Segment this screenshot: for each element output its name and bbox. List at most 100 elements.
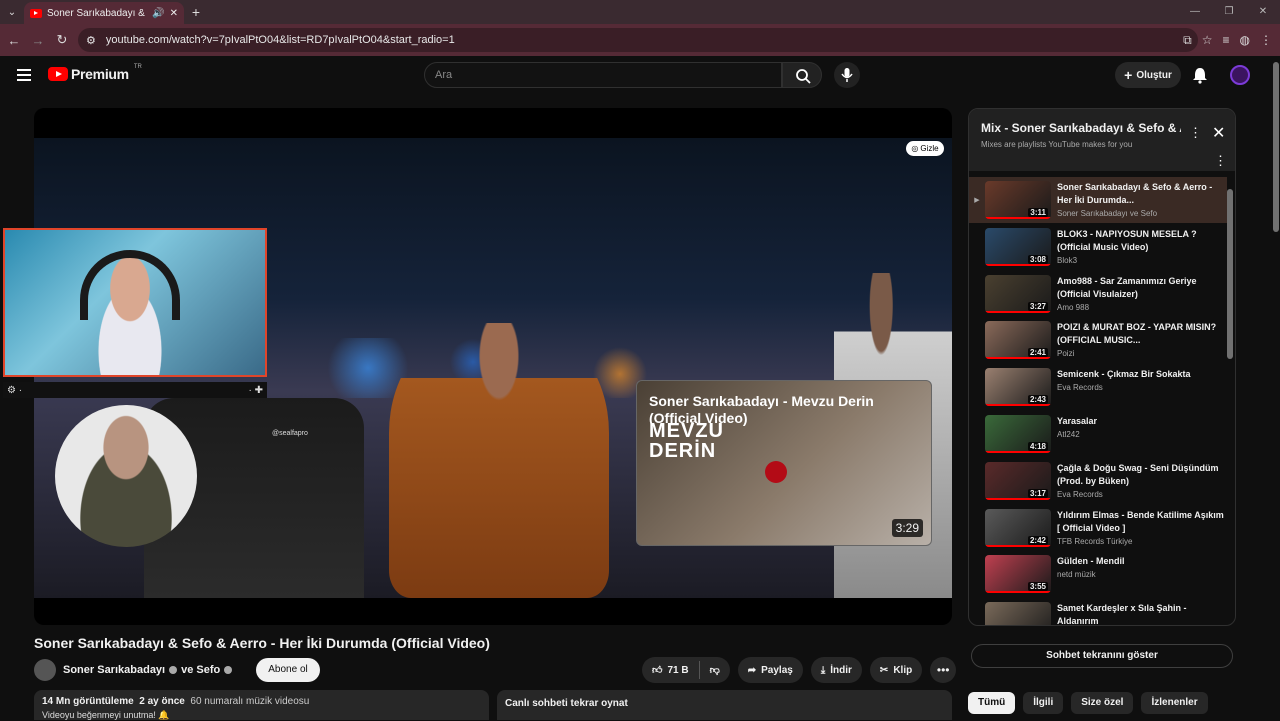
subscribe-button[interactable]: Abone ol xyxy=(256,658,320,682)
playlist-thumbnail[interactable]: 2:42 xyxy=(985,508,1051,547)
create-button[interactable]: + Oluştur xyxy=(1115,62,1181,88)
more-actions-icon[interactable]: ••• xyxy=(930,657,957,683)
filter-chip[interactable]: Size özel xyxy=(1071,692,1134,714)
minimize-icon[interactable]: — xyxy=(1178,0,1212,24)
endcard-art-text: MEVZU DERİN xyxy=(649,421,724,461)
playlist-item[interactable]: 2:43 Semicenk - Çıkmaz Bir Sokakta Eva Rec… xyxy=(969,364,1227,410)
playlist-scroll-thumb[interactable] xyxy=(1227,189,1233,359)
clip-button[interactable]: ✂ Klip xyxy=(869,657,923,683)
like-dislike-group: 👍︎ 71 B 👎︎ xyxy=(642,657,730,683)
filter-chip[interactable]: Tümü xyxy=(968,692,1016,714)
playlist-item[interactable]: 3:27 Amo988 - Sar Zamanımızı Geriye (Offi… xyxy=(969,271,1227,317)
playlist-thumbnail[interactable]: 2:41 xyxy=(985,321,1051,360)
browser-menu-icon[interactable]: ⋮ xyxy=(1260,33,1272,47)
playlist-item-title: POIZI & MURAT BOZ - YAPAR MISIN? (OFFICI… xyxy=(1057,322,1217,346)
download-label: İndir xyxy=(830,664,852,676)
playlist-item[interactable]: ▶ 3:11 Soner Sarıkabadayı & Sefo & Aerro -… xyxy=(969,177,1227,223)
playlist-thumbnail[interactable]: 3:55 xyxy=(985,555,1051,594)
window-controls: — ❐ ✕ xyxy=(1178,0,1280,24)
playlist-scrollbar[interactable] xyxy=(1227,181,1233,621)
search-input[interactable]: Ara xyxy=(424,62,782,88)
bookmark-star-icon[interactable]: ☆ xyxy=(1202,33,1213,47)
guide-menu-icon[interactable] xyxy=(17,69,31,81)
playlist-item-text: BLOK3 - NAPIYOSUN MESELA ? (Official Mus… xyxy=(1057,228,1225,270)
share-icon: ➦ xyxy=(747,664,757,676)
address-bar[interactable]: ⚙ youtube.com/watch?v=7pIvalPtO04&list=R… xyxy=(78,28,1198,52)
page-scrollbar[interactable] xyxy=(1272,56,1280,720)
filter-chip[interactable]: İlgili xyxy=(1023,692,1064,714)
like-button[interactable]: 👍︎ 71 B xyxy=(642,657,699,683)
overlay-settings-icon[interactable]: ⚙ · xyxy=(7,385,22,396)
back-icon[interactable]: ← xyxy=(2,33,26,48)
playlist-item[interactable]: 3:17 Çağla & Doğu Swag - Seni Düşündüm (P… xyxy=(969,458,1227,504)
browser-tab[interactable]: Soner Sarıkabadayı & Sefo 🔊 ✕ xyxy=(24,2,184,24)
media-control-icon[interactable]: ≡ xyxy=(1223,33,1230,47)
playlist-thumbnail[interactable]: 3:19 xyxy=(985,602,1051,625)
hide-overlay-button[interactable]: ◎ Gizle xyxy=(906,141,944,156)
maximize-icon[interactable]: ❐ xyxy=(1212,0,1246,24)
live-chat-replay[interactable]: Canlı sohbeti tekrar oynat xyxy=(497,690,952,720)
playlist-item-title: Yarasalar xyxy=(1057,416,1098,426)
browser-tab-bar: ⌄ Soner Sarıkabadayı & Sefo 🔊 ✕ + — ❐ ✕ xyxy=(0,0,1280,24)
forward-icon[interactable]: → xyxy=(26,33,50,48)
playlist-duration: 3:11 xyxy=(1028,208,1048,217)
watched-progress xyxy=(985,451,1051,453)
playlist-item[interactable]: 2:42 Yıldırım Elmas - Bende Katilime Aşık… xyxy=(969,505,1227,551)
playlist-item-channel: Atl242 xyxy=(1057,430,1080,439)
new-tab-button[interactable]: + xyxy=(184,4,208,20)
notifications-bell-icon[interactable] xyxy=(1192,66,1208,84)
playlist-thumbnail[interactable]: 4:18 xyxy=(985,415,1051,453)
search-button[interactable] xyxy=(782,62,822,88)
playlist-actions-icon[interactable]: ⋮ xyxy=(1214,153,1227,169)
playlist-thumbnail[interactable]: 3:27 xyxy=(985,274,1051,313)
watched-progress xyxy=(985,497,1051,500)
show-chat-button[interactable]: Sohbet tekranını göster xyxy=(971,644,1233,668)
tab-title: Soner Sarıkabadayı & Sefo xyxy=(47,7,147,19)
install-app-icon[interactable]: ⧉ xyxy=(1183,33,1192,48)
site-info-icon[interactable]: ⚙ xyxy=(86,34,96,47)
close-window-icon[interactable]: ✕ xyxy=(1246,0,1280,24)
overlay-add-icon[interactable]: · ✚ xyxy=(249,385,264,396)
playlist-item[interactable]: 3:08 BLOK3 - NAPIYOSUN MESELA ? (Official… xyxy=(969,224,1227,270)
playlist-item-title: Amo988 - Sar Zamanımızı Geriye (Official… xyxy=(1057,275,1197,299)
circle-portrait-overlay xyxy=(55,405,197,547)
description-box[interactable]: 14 Mn görüntüleme 2 ay önce 60 numaralı … xyxy=(34,690,489,720)
channel-joiner[interactable]: ve Sefo xyxy=(181,664,220,676)
tab-close-icon[interactable]: ✕ xyxy=(170,8,178,19)
playlist-item[interactable]: 3:19 Samet Kardeşler x Sıla Şahin - Aldan… xyxy=(969,598,1227,625)
playlist-duration: 4:18 xyxy=(1027,442,1048,451)
playlist-item[interactable]: 4:18 Yarasalar Atl242 xyxy=(969,411,1227,457)
share-button[interactable]: ➦ Paylaş xyxy=(737,657,803,683)
endcard-art-line2: DERİN xyxy=(649,440,717,462)
profile-avatar-icon[interactable]: ◍ xyxy=(1240,33,1250,47)
playlist-close-icon[interactable]: ✕ xyxy=(1212,123,1225,143)
page-scroll-thumb[interactable] xyxy=(1273,62,1279,232)
playlist-thumbnail[interactable]: 3:08 xyxy=(985,227,1051,266)
endcard-video[interactable]: MEVZU DERİN Soner Sarıkabadayı - Mevzu D… xyxy=(636,380,932,546)
playlist-duration: 3:55 xyxy=(1027,582,1048,592)
dislike-button[interactable]: 👎︎ xyxy=(700,657,730,683)
account-avatar[interactable] xyxy=(1230,65,1250,85)
download-button[interactable]: ⤓ İndir xyxy=(810,657,862,683)
playlist-title[interactable]: Mix - Soner Sarıkabadayı & Sefo & Aerro xyxy=(981,121,1181,135)
tab-search-chevron-icon[interactable]: ⌄ xyxy=(0,0,24,24)
watched-progress xyxy=(985,591,1051,594)
playlist-item-text: Gülden - Mendil netd müzik xyxy=(1057,555,1225,597)
filter-chip[interactable]: İzlenenler xyxy=(1141,692,1208,714)
playlist-thumbnail[interactable]: 3:11 xyxy=(985,181,1051,219)
playlist-item[interactable]: 2:41 POIZI & MURAT BOZ - YAPAR MISIN? (OF… xyxy=(969,317,1227,363)
playlist-item[interactable]: 3:55 Gülden - Mendil netd müzik xyxy=(969,551,1227,597)
browser-toolbar: ← → ↻ ⚙ youtube.com/watch?v=7pIvalPtO04&… xyxy=(0,24,1280,56)
verified-icon xyxy=(169,666,178,674)
youtube-premium-logo[interactable]: Premium TR xyxy=(48,64,142,82)
tab-audio-icon[interactable]: 🔊 xyxy=(152,8,164,19)
channel-avatar[interactable] xyxy=(34,659,56,681)
playlist-menu-icon[interactable]: ⋮ xyxy=(1189,125,1202,141)
playlist-index xyxy=(969,411,985,457)
voice-search-button[interactable] xyxy=(834,62,860,88)
playlist-item-title: Semicenk - Çıkmaz Bir Sokakta xyxy=(1057,369,1191,380)
channel-name[interactable]: Soner Sarıkabadayı xyxy=(63,664,165,676)
playlist-thumbnail[interactable]: 3:17 xyxy=(985,461,1051,500)
reload-icon[interactable]: ↻ xyxy=(50,32,74,48)
playlist-thumbnail[interactable]: 2:43 xyxy=(985,368,1051,407)
